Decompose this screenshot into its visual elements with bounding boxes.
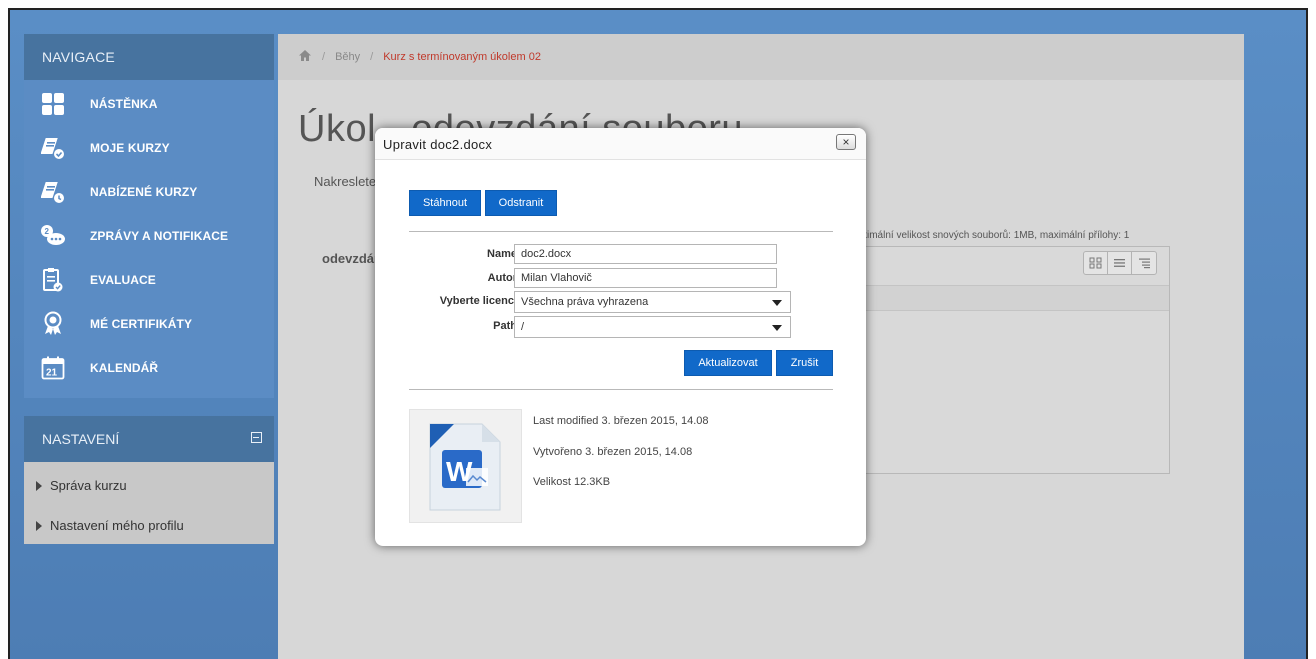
settings-link-label: Nastavení mého profilu (50, 518, 184, 533)
nav-item-dashboard[interactable]: NÁSTĚNKA (24, 82, 274, 126)
expand-arrow-icon (36, 480, 42, 491)
last-modified-text: Last modified 3. březen 2015, 14.08 (533, 415, 709, 427)
calendar-day: 21 (46, 368, 58, 379)
author-field[interactable] (514, 268, 777, 288)
nav-item-label: NÁSTĚNKA (90, 97, 158, 111)
icon-view-button[interactable] (1084, 252, 1108, 274)
settings-body: Správa kurzu Nastavení mého profilu (24, 462, 274, 544)
nav-item-calendar[interactable]: 21 KALENDÁŘ (24, 346, 274, 390)
divider (409, 389, 833, 390)
breadcrumb-separator: / (322, 51, 326, 63)
file-manager-path-bar (863, 285, 1169, 311)
license-select-value: Všechna práva vyhrazena (521, 296, 649, 308)
my-courses-icon (40, 135, 66, 161)
dialog-header: Upravit doc2.docx × (375, 128, 866, 160)
name-label: Name (487, 248, 517, 260)
collapse-icon[interactable] (251, 432, 262, 443)
certificate-icon (40, 311, 66, 337)
settings-link-label: Správa kurzu (50, 478, 127, 493)
edit-file-dialog: Upravit doc2.docx × Stáhnout Odstranit N… (375, 128, 866, 546)
nav-item-my-courses[interactable]: MOJE KURZY (24, 126, 274, 170)
breadcrumb: / Běhy / Kurz s termínovaným úkolem 02 (278, 34, 1244, 80)
settings-link-course-admin[interactable]: Správa kurzu (36, 478, 127, 493)
word-document-icon: W (429, 423, 501, 511)
navigation-header: NAVIGACE (24, 34, 274, 80)
upload-limits-text: ximální velikost snových souborů: 1MB, m… (862, 230, 1130, 241)
breadcrumb-link[interactable]: Běhy (335, 51, 360, 63)
nav-item-evaluation[interactable]: EVALUACE (24, 258, 274, 302)
evaluation-icon (40, 267, 66, 293)
chevron-down-icon (772, 300, 782, 306)
nav-item-label: EVALUACE (90, 273, 156, 287)
breadcrumb-separator: / (370, 51, 374, 63)
close-icon[interactable]: × (836, 134, 856, 150)
settings-link-my-profile[interactable]: Nastavení mého profilu (36, 518, 184, 533)
update-button[interactable]: Aktualizovat (684, 350, 772, 376)
expand-arrow-icon (36, 520, 42, 531)
nav-item-label: KALENDÁŘ (90, 361, 159, 375)
file-size-text: Velikost 12.3KB (533, 476, 611, 488)
settings-header: NASTAVENÍ (24, 416, 274, 462)
tree-view-button[interactable] (1132, 252, 1156, 274)
offered-courses-icon (40, 179, 66, 205)
file-thumbnail: W (409, 409, 522, 523)
delete-button[interactable]: Odstranit (485, 190, 557, 216)
nav-item-certificates[interactable]: MÉ CERTIFIKÁTY (24, 302, 274, 346)
messages-icon: 2 (40, 223, 66, 249)
license-select[interactable]: Všechna práva vyhrazena (514, 291, 791, 313)
list-view-button[interactable] (1108, 252, 1132, 274)
created-text: Vytvořeno 3. březen 2015, 14.08 (533, 446, 693, 458)
view-switcher (1083, 251, 1157, 275)
svg-text:2: 2 (45, 227, 50, 236)
navigation-block: NAVIGACE NÁSTĚNKA MOJE KURZY NABÍZENÉ KU… (24, 34, 274, 398)
cancel-button[interactable]: Zrušit (776, 350, 833, 376)
breadcrumb-current[interactable]: Kurz s termínovaným úkolem 02 (383, 51, 541, 63)
dialog-title: Upravit doc2.docx (383, 137, 493, 152)
file-manager (862, 246, 1170, 474)
chevron-down-icon (772, 325, 782, 331)
nav-item-label: NABÍZENÉ KURZY (90, 185, 198, 199)
download-button[interactable]: Stáhnout (409, 190, 481, 216)
author-label: Autor (487, 272, 517, 284)
license-label: Vyberte licenci (439, 295, 517, 307)
home-icon[interactable] (298, 49, 312, 65)
dashboard-icon (40, 91, 66, 117)
nav-item-label: ZPRÁVY A NOTIFIKACE (90, 229, 229, 243)
nav-item-label: MOJE KURZY (90, 141, 170, 155)
path-select[interactable]: / (514, 316, 791, 338)
path-select-value: / (521, 321, 525, 333)
intro-text: Nakreslete (314, 174, 377, 189)
name-field[interactable] (514, 244, 777, 264)
settings-title: NASTAVENÍ (42, 431, 120, 447)
nav-item-messages[interactable]: 2 ZPRÁVY A NOTIFIKACE (24, 214, 274, 258)
calendar-icon: 21 (40, 355, 66, 381)
divider (409, 231, 833, 232)
nav-item-label: MÉ CERTIFIKÁTY (90, 317, 193, 331)
nav-item-offered-courses[interactable]: NABÍZENÉ KURZY (24, 170, 274, 214)
